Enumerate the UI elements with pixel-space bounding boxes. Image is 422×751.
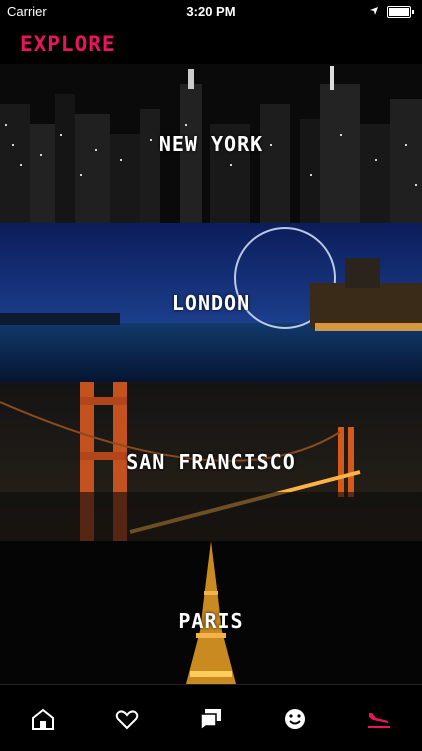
city-label: SAN FRANCISCO — [126, 450, 296, 474]
battery-icon — [387, 5, 411, 18]
city-card-london[interactable]: LONDON — [0, 223, 422, 382]
status-icons — [369, 4, 414, 19]
city-label: LONDON — [171, 291, 251, 315]
city-label: NEW YORK — [158, 132, 264, 156]
tab-explore[interactable] — [365, 705, 393, 733]
page-title: EXPLORE — [20, 32, 116, 56]
city-card-paris[interactable]: PARIS — [0, 541, 422, 700]
smiley-icon — [285, 709, 305, 729]
time-label: 3:20 PM — [186, 4, 236, 19]
heart-icon — [115, 710, 139, 730]
location-icon — [369, 4, 379, 19]
chat-icon — [200, 709, 221, 732]
plane-arrival-icon — [368, 713, 390, 728]
city-card-san-francisco[interactable]: SAN FRANCISCO — [0, 382, 422, 541]
home-icon — [32, 708, 54, 730]
tab-chat[interactable] — [197, 705, 225, 733]
tab-home[interactable] — [29, 705, 57, 733]
tab-bar — [0, 684, 422, 751]
city-label: PARIS — [178, 609, 244, 633]
status-bar: Carrier 3:20 PM — [0, 0, 422, 22]
city-card-new-york[interactable]: NEW YORK — [0, 64, 422, 223]
header: EXPLORE — [0, 24, 422, 64]
tab-favorites[interactable] — [113, 705, 141, 733]
battery-tip — [412, 9, 414, 14]
tab-profile[interactable] — [281, 705, 309, 733]
